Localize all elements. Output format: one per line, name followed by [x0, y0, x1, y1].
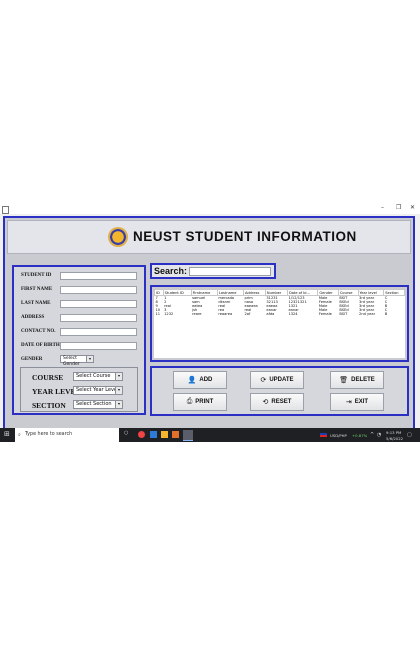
printer-icon: ⎙ — [186, 398, 193, 405]
contact-label: CONTACT NO. — [21, 329, 56, 334]
exit-button[interactable]: ⇥ EXIT — [330, 393, 384, 411]
last-name-input[interactable] — [60, 300, 137, 308]
gender-select[interactable]: Select Gender ▾ — [60, 355, 94, 367]
chevron-down-icon: ▾ — [115, 373, 122, 380]
currency-change: +0.87% — [352, 433, 368, 438]
clock-date[interactable]: 5/6/2022 — [386, 436, 403, 441]
flag-icon — [320, 433, 327, 437]
clock-time[interactable]: 9:13 PM — [386, 430, 401, 435]
browser-icon[interactable] — [150, 431, 157, 438]
add-button-label: ADD — [199, 377, 213, 383]
address-input[interactable] — [60, 314, 137, 322]
search-label: Search: — [154, 266, 188, 276]
table-cell: reare — [192, 312, 202, 316]
page-title: NEUST STUDENT INFORMATION — [133, 229, 357, 244]
update-button[interactable]: ⟳ UPDATE — [250, 371, 304, 389]
actions-panel: 👤 ADD ⟳ UPDATE 🗑 DELETE ⎙ PRINT ⟲ RESET ⇥ EXIT — [150, 366, 409, 416]
exit-button-label: EXIT — [354, 399, 369, 405]
neust-logo-icon — [108, 227, 128, 247]
reset-icon: ⟲ — [262, 399, 269, 406]
windows-start-icon[interactable]: ⊞ — [4, 430, 10, 438]
year-level-value: Select Year Level — [76, 387, 119, 393]
table-cell: 2af — [244, 312, 251, 316]
network-icon[interactable]: ◔ — [377, 432, 381, 438]
student-table-container: ID Student ID Firstname Lastname Address Numb… — [154, 289, 405, 358]
address-label: ADDRESS — [21, 315, 45, 320]
table-row[interactable]: 11 1232 reare reaarea 2af afda 1324 Female BSIT 2… — [155, 312, 405, 316]
contact-input[interactable] — [60, 328, 137, 336]
file-explorer-icon[interactable] — [161, 431, 168, 438]
first-name-input[interactable] — [60, 286, 137, 294]
add-button[interactable]: 👤 ADD — [173, 371, 227, 389]
trash-icon: 🗑 — [339, 377, 349, 384]
table-body: 7 1 samuel mercado prim 31231 1/12/123 Male BSIT… — [155, 296, 405, 316]
table-cell: 1232 — [164, 312, 174, 316]
table-cell: Female — [318, 312, 332, 316]
student-form-panel: STUDENT ID FIRST NAME LAST NAME ADDRESS … — [12, 265, 146, 415]
student-id-label: STUDENT ID — [21, 273, 52, 278]
taskbar: ⊞ ⌕ Type here to search ○ USD/PHP +0.87%… — [0, 428, 420, 442]
print-button[interactable]: ⎙ PRINT — [173, 393, 227, 411]
maximize-button[interactable]: ❐ — [396, 204, 401, 211]
table-cell: BSIT — [339, 312, 348, 316]
table-cell: 2nd year — [359, 312, 376, 316]
chevron-down-icon: ▾ — [115, 401, 122, 408]
section-select[interactable]: Select Section ▾ — [73, 400, 123, 409]
table-cell: 11 — [155, 312, 161, 316]
minimize-button[interactable]: – — [381, 204, 384, 211]
close-button[interactable]: ✕ — [410, 204, 415, 211]
exit-icon: ⇥ — [345, 399, 352, 406]
delete-button-label: DELETE — [351, 377, 375, 383]
chrome-icon[interactable] — [138, 431, 145, 438]
taskbar-search-input[interactable]: ⌕ Type here to search — [15, 428, 119, 442]
search-icon: ⌕ — [18, 432, 21, 438]
chevron-down-icon: ▾ — [115, 387, 122, 394]
table-panel: ID Student ID Firstname Lastname Address Numb… — [150, 285, 409, 362]
header: NEUST STUDENT INFORMATION — [7, 220, 411, 254]
gender-value: Select Gender — [63, 356, 80, 367]
title-bar: – ❐ ✕ — [0, 204, 420, 214]
table-cell: B — [384, 312, 388, 316]
chevron-up-icon[interactable]: ^ — [370, 432, 374, 438]
course-select[interactable]: Select Course ▾ — [73, 372, 123, 381]
running-app-icon[interactable] — [183, 430, 193, 441]
dob-label: DATE OF BIRTH — [21, 343, 60, 348]
student-table: ID Student ID Firstname Lastname Address Numb… — [154, 289, 405, 316]
task-view-icon[interactable]: ○ — [124, 430, 128, 436]
section-label: SECTION — [32, 401, 66, 410]
reset-button-label: RESET — [271, 399, 292, 405]
notification-icon[interactable]: ▢ — [407, 432, 412, 438]
first-name-label: FIRST NAME — [21, 287, 53, 292]
table-cell: afda — [266, 312, 275, 316]
gender-label: GENDER — [21, 357, 43, 362]
section-value: Select Section — [76, 401, 112, 407]
table-cell: reaarea — [218, 312, 233, 316]
app-window: – ❐ ✕ NEUST STUDENT INFORMATION STUDENT … — [0, 204, 420, 430]
course-value: Select Course — [76, 373, 111, 379]
chevron-down-icon: ▾ — [86, 356, 93, 362]
search-bar: Search: — [150, 263, 276, 279]
table-cell: 1324 — [288, 312, 298, 316]
last-name-label: LAST NAME — [21, 301, 51, 306]
reset-button[interactable]: ⟲ RESET — [250, 393, 304, 411]
java-app-icon[interactable] — [172, 431, 179, 438]
refresh-icon: ⟳ — [260, 377, 267, 384]
course-group: COURSE Select Course ▾ YEAR LEVEL Select… — [20, 367, 138, 412]
dob-input[interactable] — [60, 342, 137, 350]
year-level-select[interactable]: Select Year Level ▾ — [73, 386, 123, 395]
student-id-input[interactable] — [60, 272, 137, 280]
taskbar-search-placeholder: Type here to search — [25, 432, 73, 437]
print-button-label: PRINT — [195, 399, 214, 405]
app-icon — [2, 206, 9, 214]
course-label: COURSE — [32, 373, 64, 382]
update-button-label: UPDATE — [269, 377, 294, 383]
add-user-icon: 👤 — [187, 377, 197, 384]
currency-label: USD/PHP — [330, 433, 347, 438]
search-input[interactable] — [189, 267, 271, 276]
delete-button[interactable]: 🗑 DELETE — [330, 371, 384, 389]
